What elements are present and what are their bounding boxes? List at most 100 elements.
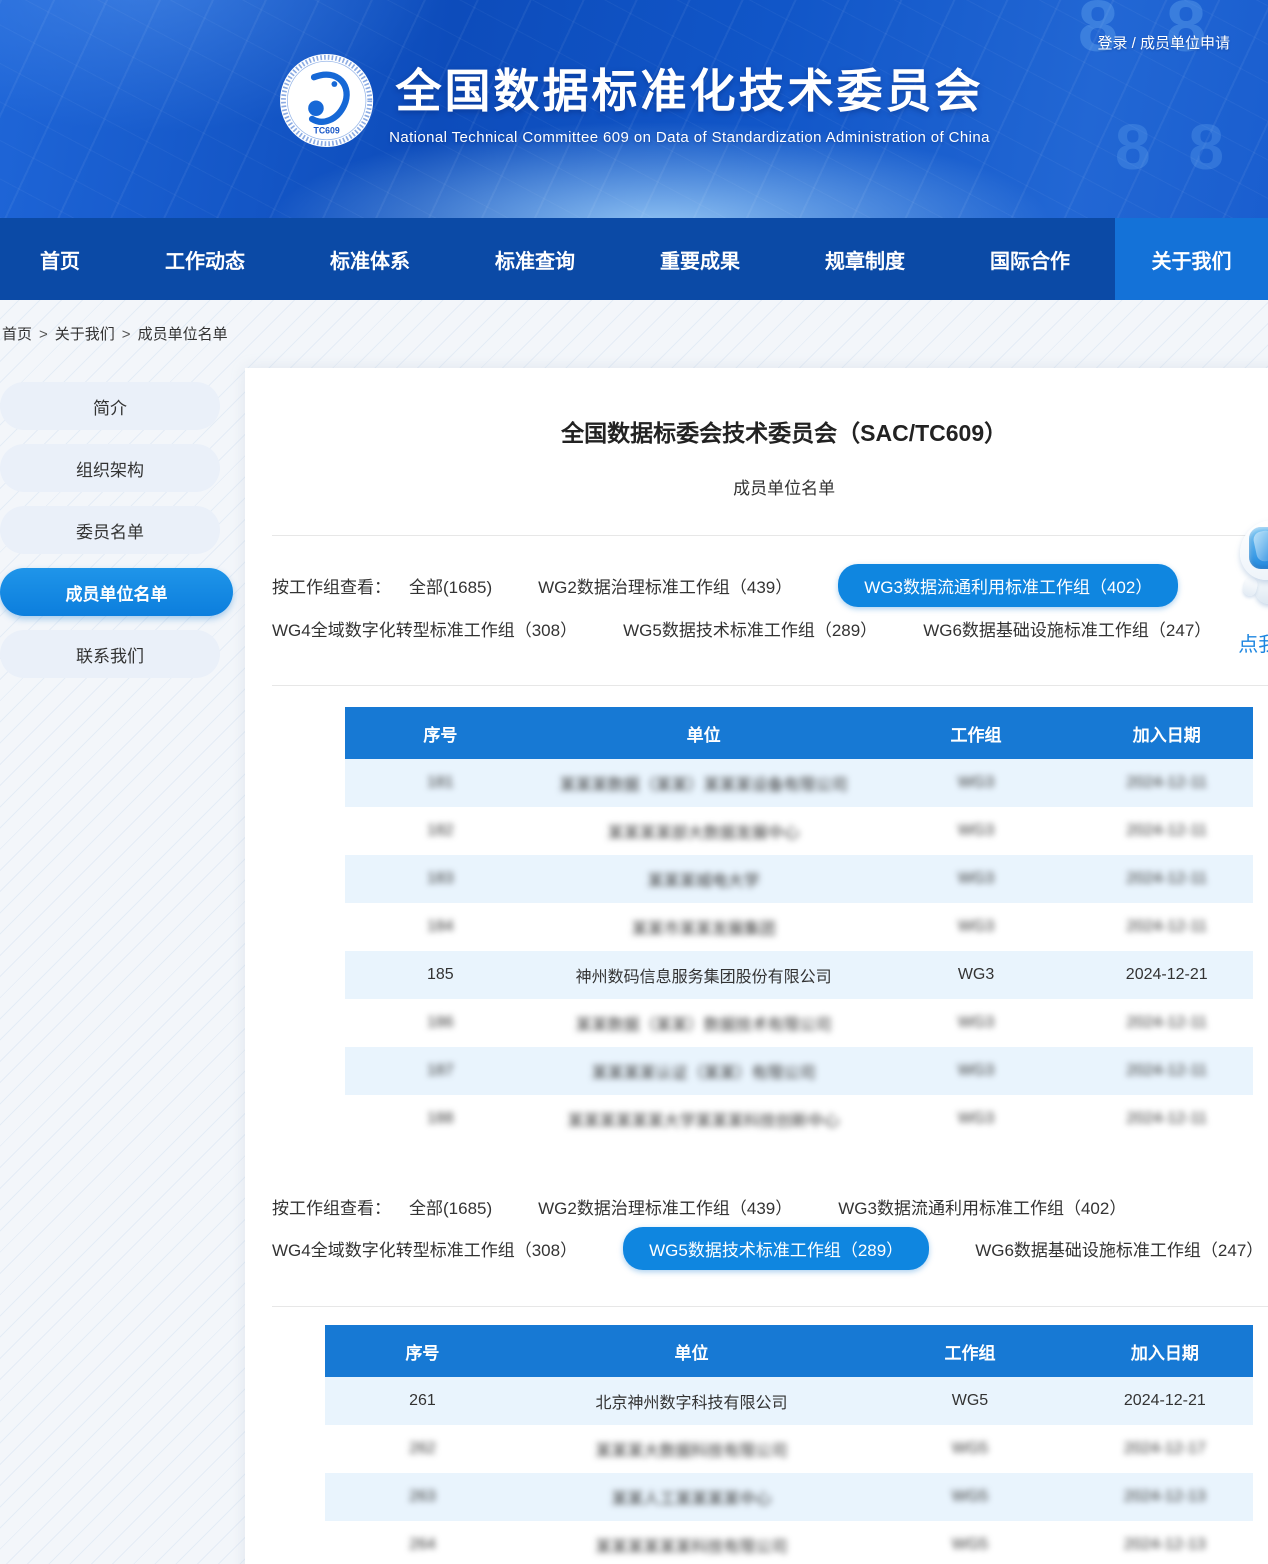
filter-wg4[interactable]: WG4全域数字化转型标准工作组（308） bbox=[272, 1236, 577, 1261]
cell-workgroup: WG3 bbox=[872, 807, 1081, 855]
cell-serial: 186 bbox=[345, 999, 536, 1047]
filter-wg2[interactable]: WG2数据治理标准工作组（439） bbox=[538, 573, 792, 598]
cell-unit: 神州数码信息服务集团股份有限公司 bbox=[536, 951, 872, 999]
cell-unit: 某某某某认证（某某）有限公司 bbox=[536, 1047, 872, 1095]
cell-serial: 184 bbox=[345, 903, 536, 951]
cell-date: 2024-12-17 bbox=[1077, 1425, 1253, 1473]
cell-date: 2024-12-21 bbox=[1077, 1377, 1253, 1425]
breadcrumb-home[interactable]: 首页 bbox=[2, 326, 32, 343]
table-row-blurred: 184某某市某某发展集团WG32024-12-11 bbox=[345, 903, 1253, 951]
cell-date: 2024-12-21 bbox=[1080, 951, 1253, 999]
nav-item-about-us-active[interactable]: 关于我们 bbox=[1115, 218, 1268, 300]
workgroup-filter-section-2: 按工作组查看： 全部(1685) WG2数据治理标准工作组（439） WG3数据… bbox=[272, 1185, 1268, 1270]
col-workgroup: 工作组 bbox=[863, 1325, 1076, 1377]
sidebar: 简介 组织架构 委员名单 成员单位名单 联系我们 bbox=[0, 368, 222, 692]
cell-date: 2024-12-11 bbox=[1080, 1095, 1253, 1143]
cell-serial: 264 bbox=[325, 1521, 520, 1564]
sidebar-item-intro[interactable]: 简介 bbox=[0, 382, 220, 430]
chat-assistant[interactable]: 点我提问 bbox=[1235, 520, 1268, 657]
filter-wg4[interactable]: WG4全域数字化转型标准工作组（308） bbox=[272, 616, 577, 641]
nav-item-standard-system[interactable]: 标准体系 bbox=[330, 245, 410, 274]
filter-wg3[interactable]: WG3数据流通利用标准工作组（402） bbox=[838, 1194, 1126, 1219]
divider bbox=[272, 535, 1268, 536]
cell-workgroup: WG5 bbox=[863, 1425, 1076, 1473]
cell-serial: 187 bbox=[345, 1047, 536, 1095]
breadcrumb-separator: > bbox=[122, 326, 131, 343]
cell-serial: 185 bbox=[345, 951, 536, 999]
site-header: 8 8 8 8 登录 / 成员单位申请 TC609 全国数据标准化技术委员会 N… bbox=[0, 0, 1268, 218]
filter-wg6[interactable]: WG6数据基础设施标准工作组（247） bbox=[923, 616, 1211, 641]
cell-unit: 某某某某某某科技有限公司 bbox=[520, 1521, 863, 1564]
table-header-row: 序号 单位 工作组 加入日期 bbox=[345, 707, 1253, 759]
header-decor-digits-2: 8 8 bbox=[1115, 110, 1234, 184]
cell-date: 2024-12-11 bbox=[1080, 999, 1253, 1047]
member-table-wg5: 序号 单位 工作组 加入日期 261北京神州数字科技有限公司WG52024-12… bbox=[325, 1325, 1253, 1564]
filter-all[interactable]: 全部(1685) bbox=[409, 573, 492, 598]
sidebar-item-member-units-active[interactable]: 成员单位名单 bbox=[0, 568, 233, 616]
filter-wg6[interactable]: WG6数据基础设施标准工作组（247） bbox=[975, 1236, 1263, 1261]
page-subtitle: 成员单位名单 bbox=[245, 474, 1268, 499]
cell-serial: 182 bbox=[345, 807, 536, 855]
col-serial: 序号 bbox=[325, 1325, 520, 1377]
robot-mascot-icon[interactable] bbox=[1240, 520, 1268, 604]
cell-unit: 某某某某部大数据发展中心 bbox=[536, 807, 872, 855]
cell-unit: 某某市某某发展集团 bbox=[536, 903, 872, 951]
nav-item-intl-cooperation[interactable]: 国际合作 bbox=[990, 245, 1070, 274]
ask-me-label[interactable]: 点我提问 bbox=[1235, 628, 1268, 657]
page-title: 全国数据标委会技术委员会（SAC/TC609） bbox=[245, 414, 1268, 448]
filter-wg3-active[interactable]: WG3数据流通利用标准工作组（402） bbox=[838, 564, 1178, 607]
sidebar-item-contact-us[interactable]: 联系我们 bbox=[0, 630, 220, 678]
nav-item-work-news[interactable]: 工作动态 bbox=[165, 245, 245, 274]
filter-wg5-active[interactable]: WG5数据技术标准工作组（289） bbox=[623, 1227, 929, 1270]
site-subtitle-en: National Technical Committee 609 on Data… bbox=[389, 129, 990, 146]
cell-workgroup: WG3 bbox=[872, 855, 1081, 903]
member-table-wg3: 序号 单位 工作组 加入日期 181某某某数据（某某）某某某设备有限公司WG32… bbox=[345, 707, 1253, 1143]
cell-date: 2024-12-11 bbox=[1080, 1047, 1253, 1095]
nav-item-home[interactable]: 首页 bbox=[40, 245, 80, 274]
table-header-row: 序号 单位 工作组 加入日期 bbox=[325, 1325, 1253, 1377]
sidebar-item-committee-members[interactable]: 委员名单 bbox=[0, 506, 220, 554]
cell-serial: 262 bbox=[325, 1425, 520, 1473]
nav-item-regulations[interactable]: 规章制度 bbox=[825, 245, 905, 274]
table-row-blurred: 182某某某某部大数据发展中心WG32024-12-11 bbox=[345, 807, 1253, 855]
table-row-blurred: 264某某某某某某科技有限公司WG52024-12-13 bbox=[325, 1521, 1253, 1564]
cell-unit: 北京神州数字科技有限公司 bbox=[520, 1377, 863, 1425]
cell-serial: 263 bbox=[325, 1473, 520, 1521]
table-row-blurred: 263某某人工某某某某中心WG52024-12-13 bbox=[325, 1473, 1253, 1521]
table-row-blurred: 181某某某数据（某某）某某某设备有限公司WG32024-12-11 bbox=[345, 759, 1253, 807]
nav-item-standard-search[interactable]: 标准查询 bbox=[495, 245, 575, 274]
cell-workgroup: WG5 bbox=[863, 1521, 1076, 1564]
brand-text: 全国数据标准化技术委员会 National Technical Committe… bbox=[389, 55, 990, 146]
col-unit: 单位 bbox=[536, 707, 872, 759]
cell-date: 2024-12-13 bbox=[1077, 1521, 1253, 1564]
filter-wg5[interactable]: WG5数据技术标准工作组（289） bbox=[623, 616, 877, 641]
divider bbox=[272, 685, 1268, 686]
main-panel: 全国数据标委会技术委员会（SAC/TC609） 成员单位名单 按工作组查看： 全… bbox=[245, 368, 1268, 1564]
breadcrumb: 首页>关于我们>成员单位名单 bbox=[0, 300, 1268, 368]
table-row-blurred: 187某某某某认证（某某）有限公司WG32024-12-11 bbox=[345, 1047, 1253, 1095]
table-row-blurred: 262某某某大数据科技有限公司WG52024-12-17 bbox=[325, 1425, 1253, 1473]
cell-serial: 183 bbox=[345, 855, 536, 903]
cell-date: 2024-12-11 bbox=[1080, 903, 1253, 951]
cell-serial: 261 bbox=[325, 1377, 520, 1425]
brand: TC609 全国数据标准化技术委员会 National Technical Co… bbox=[278, 52, 990, 149]
cell-date: 2024-12-11 bbox=[1080, 759, 1253, 807]
col-serial: 序号 bbox=[345, 707, 536, 759]
table-row-blurred: 183某某某城电大学WG32024-12-11 bbox=[345, 855, 1253, 903]
cell-workgroup: WG5 bbox=[863, 1473, 1076, 1521]
login-register-link[interactable]: 登录 / 成员单位申请 bbox=[1097, 32, 1230, 53]
filter-all[interactable]: 全部(1685) bbox=[409, 1194, 492, 1219]
filter-label: 按工作组查看： bbox=[272, 1194, 391, 1219]
cell-workgroup: WG3 bbox=[872, 1047, 1081, 1095]
nav-item-achievements[interactable]: 重要成果 bbox=[660, 245, 740, 274]
cell-workgroup: WG3 bbox=[872, 903, 1081, 951]
breadcrumb-about[interactable]: 关于我们 bbox=[55, 326, 115, 343]
sidebar-item-org-structure[interactable]: 组织架构 bbox=[0, 444, 220, 492]
breadcrumb-separator: > bbox=[39, 326, 48, 343]
tc609-logo: TC609 bbox=[278, 52, 375, 149]
filter-wg2[interactable]: WG2数据治理标准工作组（439） bbox=[538, 1194, 792, 1219]
cell-date: 2024-12-11 bbox=[1080, 855, 1253, 903]
cell-serial: 181 bbox=[345, 759, 536, 807]
col-join-date: 加入日期 bbox=[1080, 707, 1253, 759]
robot-face-screen bbox=[1249, 527, 1268, 569]
